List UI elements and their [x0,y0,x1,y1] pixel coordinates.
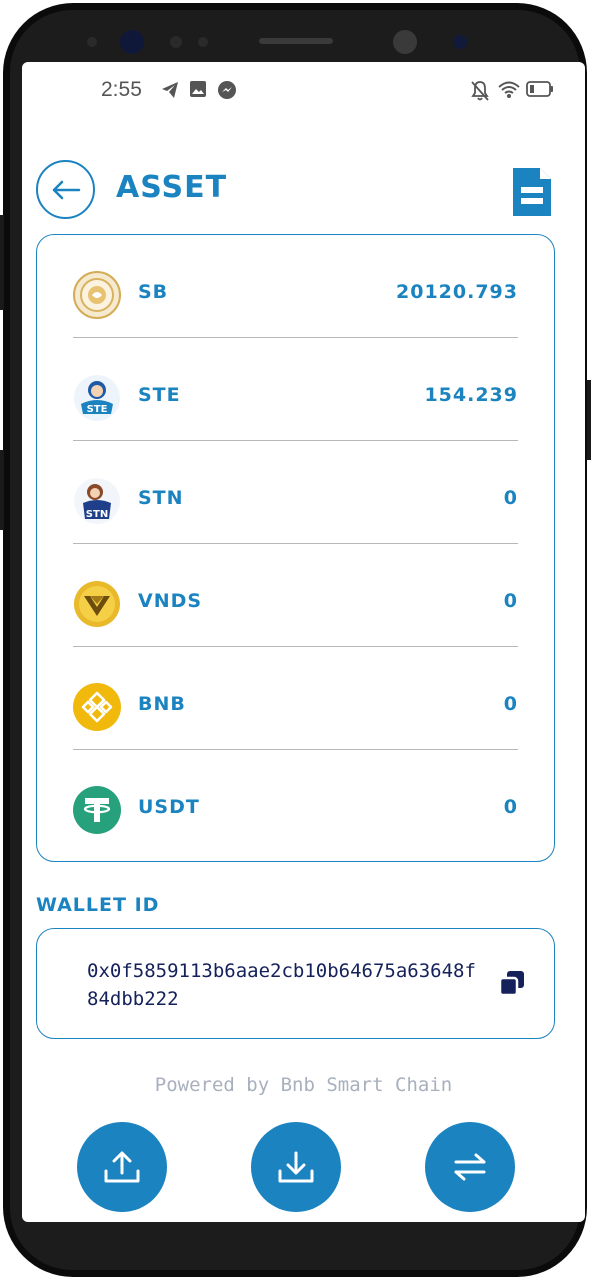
asset-row-ste[interactable]: STE STE 154.239 [73,338,518,441]
page-title: ASSET [116,170,228,205]
document-icon[interactable] [513,168,551,220]
wallet-id-label: WALLET ID [36,894,160,916]
upload-icon [104,1151,140,1183]
back-button[interactable] [36,160,95,219]
usdt-logo [73,786,121,834]
swap-button[interactable] [425,1122,515,1212]
asset-symbol: VNDS [138,590,203,612]
asset-symbol: BNB [138,693,186,715]
asset-balance: 154.239 [424,384,518,406]
notifications-off-icon [470,80,490,106]
asset-row-bnb[interactable]: BNB 0 [73,647,518,750]
telegram-icon [160,80,180,104]
asset-row-stn[interactable]: STN STN 0 [73,441,518,544]
asset-row-sb[interactable]: SB 20120.793 [73,235,518,338]
asset-row-vnds[interactable]: VNDS 0 [73,544,518,647]
asset-symbol: SB [138,281,169,303]
asset-symbol: USDT [138,796,200,818]
svg-text:STN: STN [86,509,108,520]
asset-balance: 20120.793 [396,281,518,303]
vnds-logo [73,580,121,628]
arrow-left-icon [52,180,80,199]
send-button[interactable] [77,1122,167,1212]
battery-icon [526,80,554,102]
wallet-id-card: 0x0f5859113b6aae2cb10b64675a63648f84dbb2… [36,928,555,1039]
wallet-address: 0x0f5859113b6aae2cb10b64675a63648f84dbb2… [87,960,476,1010]
asset-symbol: STE [138,384,181,406]
wifi-icon [498,80,520,104]
asset-row-usdt[interactable]: USDT 0 [73,750,518,853]
app-screen: 2:55 ASSET SB 20120.793 STE STE 154.239 … [22,62,585,1222]
image-icon [189,80,207,102]
asset-balance: 0 [503,796,518,818]
asset-balance: 0 [503,590,518,612]
copy-icon[interactable] [498,969,526,1001]
sb-coin-logo [73,271,121,319]
bnb-logo [73,683,121,731]
asset-balance: 0 [503,693,518,715]
status-bar: 2:55 [22,62,585,118]
stn-logo: STN [73,477,121,525]
receive-button[interactable] [251,1122,341,1212]
swap-icon [454,1153,486,1181]
messenger-icon [217,80,237,104]
asset-symbol: STN [138,487,184,509]
ste-logo: STE [73,374,121,422]
asset-list-card: SB 20120.793 STE STE 154.239 STN STN 0 V… [36,234,555,862]
status-time: 2:55 [101,78,142,101]
svg-text:STE: STE [87,404,108,415]
powered-by-text: Powered by Bnb Smart Chain [154,1074,453,1096]
asset-balance: 0 [503,487,518,509]
download-icon [278,1151,314,1183]
